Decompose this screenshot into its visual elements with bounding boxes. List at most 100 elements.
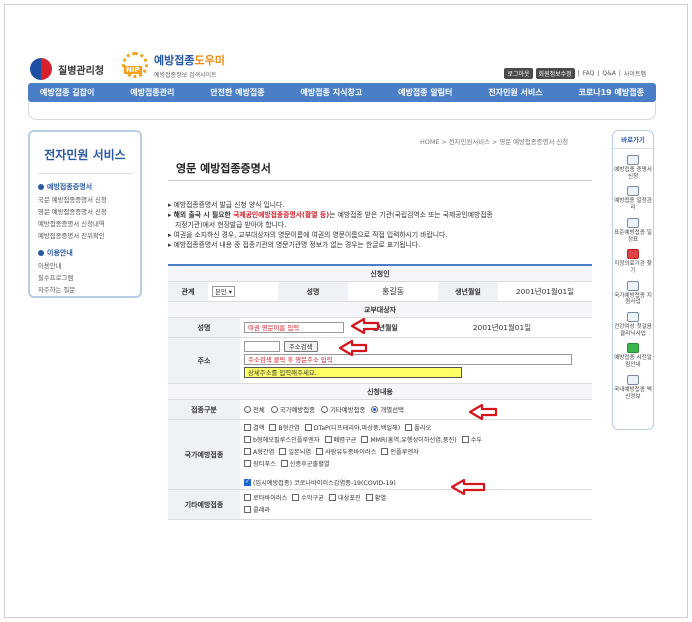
quick-item-women[interactable]: 건강여성 첫걸음 클리닉사업 <box>613 312 653 337</box>
gnb-item-eservice[interactable]: 전자민원 서비스 <box>488 87 542 98</box>
checkbox-bcg[interactable]: 결핵 <box>244 423 264 432</box>
application-form: 신청인 관계 본인 ▾ 성명 홍길동 생년월일 2001년01월01일 교부대상자… <box>168 264 592 520</box>
checkbox-influenza[interactable]: 인플루엔자 <box>381 447 419 456</box>
gnb-item-knowledge[interactable]: 예방접종 지식창고 <box>301 87 363 98</box>
title-divider <box>168 180 592 181</box>
logout-button[interactable]: 로그아웃 <box>504 68 533 79</box>
separator: | <box>618 70 621 77</box>
notice-item: 예방접종증명서 내용 중 접종기관의 영문기관명 정보가 없는 경우는 한글로 … <box>168 240 592 250</box>
type-row: 접종구분 전체 국가예방접종 기타예방접종 개별선택 <box>168 400 592 420</box>
recipient-birth: 2001년01월01일 <box>472 323 532 332</box>
relation-label: 관계 <box>168 282 208 301</box>
content-header: 신청내용 <box>168 384 592 400</box>
checkbox-hib[interactable]: b형헤모필루스인플루엔자 <box>244 435 320 444</box>
quick-item-vaccine-info[interactable]: 국내예방접종 백신정보 <box>613 374 653 400</box>
separator: | <box>577 70 580 77</box>
recipient-header: 교부대상자 <box>168 302 592 318</box>
edit-profile-button[interactable]: 회원정보수정 <box>535 68 575 79</box>
checkbox-covid19[interactable]: (임시예방접종) 코로나바이러스감염증-19(COVID-19) <box>244 478 396 487</box>
kdca-emblem-icon <box>30 58 52 80</box>
checkbox-mmr[interactable]: MMR(홍역,유행성이하선염,풍진) <box>361 435 457 444</box>
checkbox-yellowfever[interactable]: 황열 <box>365 493 386 502</box>
sidebar-item-kor-cert[interactable]: 국문 예방접종증명서 신청 <box>38 195 132 204</box>
checkbox-hpv[interactable]: 사람유두종바이러스 <box>316 447 376 456</box>
checkbox-hfrs[interactable]: 신증후군출혈열 <box>280 459 330 468</box>
other-row: 기타예방접종 로타바이러스 수막구균 대상포진 황열 콜레라 <box>168 490 592 520</box>
sidebar-item-programs[interactable]: 필수프로그램 <box>38 273 132 282</box>
notice-item: 여권을 소지하신 경우, 교부대상자의 영문이름에 여권의 영문이름으로 직접 … <box>168 230 592 240</box>
checkbox-polio[interactable]: 폴리오 <box>405 423 431 432</box>
document-icon <box>627 280 639 291</box>
chevron-down-icon: ▾ <box>228 287 232 296</box>
annotation-arrow-icon <box>338 339 368 358</box>
address-label: 주소 <box>168 338 240 383</box>
sidebar-item-usage[interactable]: 이용안내 <box>38 261 132 270</box>
name-label: 성명 <box>278 282 348 301</box>
kdca-logo-text: 질병관리청 <box>58 65 104 77</box>
logo-title: 예방접종도우미 <box>154 54 225 67</box>
quick-menu-title: 바로가기 <box>613 131 653 149</box>
address-detail-input[interactable]: 상세주소를 입력해주세요. <box>244 367 462 378</box>
applicant-name: 홍길동 <box>381 287 405 296</box>
sidebar-item-history[interactable]: 예방접종증명서 신청내역 <box>38 219 132 228</box>
quick-item-alert[interactable]: 예방접종 사전알림안내 <box>613 343 653 368</box>
radio-individual[interactable]: 개별선택 <box>371 405 404 414</box>
checkbox-dtap[interactable]: DTaP(디프테리아,파상풍,백일해) <box>304 423 400 432</box>
checkbox-meningococcal[interactable]: 수막구균 <box>292 493 324 502</box>
gnb-item-notice[interactable]: 예방접종 알림터 <box>398 87 452 98</box>
gnb-item-management[interactable]: 예방접종관리 <box>130 87 174 98</box>
notice-item-overseas: 해외 출국 시 필요한 국제공인예방접종증명서(황열 등)는 예방접종 받은 기… <box>168 210 592 220</box>
sidebar-item-verify[interactable]: 예방접종증명서 진위확인 <box>38 231 132 240</box>
syringe-icon <box>627 217 639 228</box>
checkbox-zoster[interactable]: 대상포진 <box>328 493 361 502</box>
checkbox-cholera[interactable]: 콜레라 <box>244 505 270 514</box>
gnb-item-guide[interactable]: 예방접종 길잡이 <box>40 87 94 98</box>
logo-subtitle: 예방접종정보 검색사이트 <box>154 72 217 79</box>
separator: | <box>597 70 600 77</box>
recipient-name-label: 성명 <box>168 318 240 337</box>
quick-item-clinic[interactable]: 지정의료기관 찾기 <box>613 249 653 274</box>
checkbox-hepa[interactable]: A형간염 <box>244 447 274 456</box>
radio-all[interactable]: 전체 <box>244 405 265 414</box>
sidebar-item-faq[interactable]: 자주하는 질문 <box>38 285 132 294</box>
gnb-item-safe[interactable]: 안전한 예방접종 <box>210 87 264 98</box>
quick-item-standard[interactable]: 표준예방접종 일정표 <box>613 217 653 243</box>
sidebar-title: 전자민원 서비스 <box>38 140 132 174</box>
checkbox-pneumococcal[interactable]: 폐렴구균 <box>324 435 356 444</box>
gnb-item-covid19[interactable]: 코로나19 예방접종 <box>579 87 644 98</box>
bullet-icon <box>38 184 44 190</box>
english-name-input[interactable]: 여권 영문이름 입력 <box>244 322 344 333</box>
birth-label: 생년월일 <box>438 282 498 301</box>
quick-item-schedule[interactable]: 예방접종 일정관리 <box>613 186 653 211</box>
top-links: 로그아웃 회원정보수정 | FAQ | Q&A | 사이트맵 <box>504 68 646 79</box>
checkbox-rotavirus[interactable]: 로타바이러스 <box>244 493 287 502</box>
hospital-icon <box>627 249 639 260</box>
calendar-icon <box>627 186 639 197</box>
bullet-icon <box>38 250 44 256</box>
faq-link[interactable]: FAQ <box>583 70 595 77</box>
sitemap-link[interactable]: 사이트맵 <box>624 69 646 78</box>
quick-item-support[interactable]: 국가예방접종 지원사업 <box>613 280 653 306</box>
nip-badge: NIP <box>124 66 142 74</box>
qa-link[interactable]: Q&A <box>602 70 616 77</box>
applicant-row: 관계 본인 ▾ 성명 홍길동 생년월일 2001년01월01일 <box>168 282 592 302</box>
address-input[interactable]: 주소검색 클릭 후 영문주소 입력 <box>244 354 572 365</box>
vaccination-helper-logo[interactable]: NIP 예방접종도우미 예방접종정보 검색사이트 <box>122 52 225 79</box>
checkbox-je[interactable]: 일본뇌염 <box>279 447 311 456</box>
radio-other[interactable]: 기타예방접종 <box>321 405 365 414</box>
radio-national[interactable]: 국가예방접종 <box>270 405 315 414</box>
quick-item-cert[interactable]: 예방접종 증명서 신청 <box>613 155 653 180</box>
kdca-logo[interactable]: 질병관리청 <box>30 58 104 80</box>
printer-icon <box>627 155 639 165</box>
checkbox-typhoid[interactable]: 장티푸스 <box>244 459 276 468</box>
relation-select[interactable]: 본인 ▾ <box>212 286 235 297</box>
annotation-arrow-icon <box>450 478 486 497</box>
checkbox-varicella[interactable]: 수두 <box>461 435 482 444</box>
zipcode-input[interactable] <box>244 341 280 352</box>
checkbox-hepb[interactable]: B형간염 <box>269 423 300 432</box>
sun-icon: NIP <box>122 52 148 78</box>
national-row: 국가예방접종 결핵 B형간염 DTaP(디프테리아,파상풍,백일해) 폴리오 b형헤모… <box>168 420 592 490</box>
address-search-button[interactable]: 주소검색 <box>284 341 318 352</box>
national-label: 국가예방접종 <box>168 420 240 489</box>
sidebar-item-eng-cert[interactable]: 영문 예방접종증명서 신청 <box>38 207 132 216</box>
